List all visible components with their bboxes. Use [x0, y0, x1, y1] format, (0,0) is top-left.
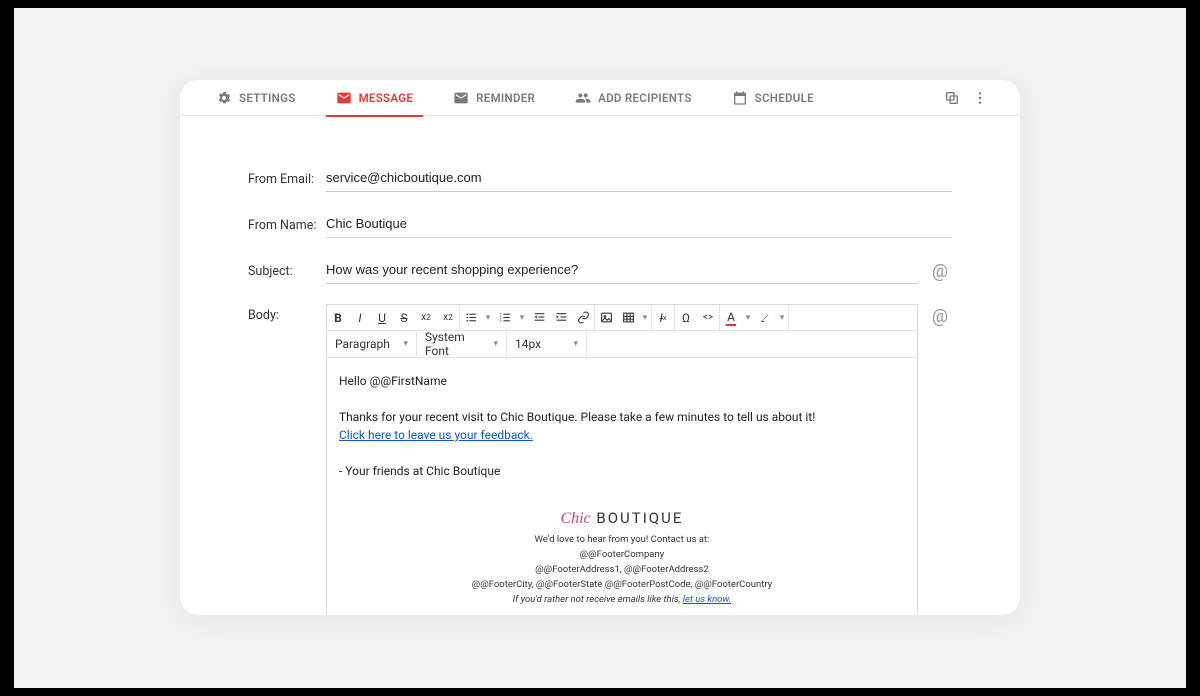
- mail-icon: [453, 90, 469, 106]
- code-button[interactable]: <>: [697, 305, 719, 331]
- outdent-button[interactable]: [528, 305, 550, 331]
- superscript-button[interactable]: x2: [415, 305, 437, 331]
- calendar-icon: [732, 90, 748, 106]
- insert-token-button[interactable]: @: [928, 261, 952, 282]
- image-button[interactable]: [595, 305, 617, 331]
- italic-button[interactable]: I: [349, 305, 371, 331]
- feedback-link[interactable]: Click here to leave us your feedback.: [339, 428, 533, 442]
- text-color-button[interactable]: A: [720, 305, 742, 331]
- footer-city: @@FooterCity, @@FooterState @@FooterPost…: [339, 577, 905, 592]
- bullet-list-menu[interactable]: ▾: [482, 305, 494, 331]
- footer-company: @@FooterCompany: [339, 547, 905, 562]
- font-select[interactable]: System Font▾: [417, 331, 507, 357]
- highlight-button[interactable]: [754, 305, 776, 331]
- tab-reminder[interactable]: REMINDER: [445, 80, 543, 116]
- special-char-button[interactable]: Ω: [675, 305, 697, 331]
- tab-schedule[interactable]: SCHEDULE: [724, 80, 822, 116]
- numbered-list-button[interactable]: 123: [494, 305, 516, 331]
- tab-label: SETTINGS: [239, 91, 296, 105]
- subject-label: Subject:: [248, 258, 326, 279]
- bullet-list-button[interactable]: [460, 305, 482, 331]
- app-window: SETTINGS MESSAGE REMINDER ADD RECIPIENTS…: [180, 80, 1020, 615]
- bold-button[interactable]: B: [327, 305, 349, 331]
- rich-text-editor: B I U S x2 x2 ▾ 123 ▾: [326, 304, 918, 615]
- svg-text:3: 3: [499, 318, 501, 323]
- tab-bar: SETTINGS MESSAGE REMINDER ADD RECIPIENTS…: [180, 80, 1020, 116]
- more-menu-button[interactable]: [968, 86, 992, 110]
- table-menu[interactable]: ▾: [639, 305, 651, 331]
- copy-button[interactable]: [940, 86, 964, 110]
- strikethrough-button[interactable]: S: [393, 305, 415, 331]
- editor-toolbar: B I U S x2 x2 ▾ 123 ▾: [327, 305, 917, 331]
- insert-body-token-button[interactable]: @: [928, 306, 952, 327]
- body-line: Thanks for your recent visit to Chic Bou…: [339, 408, 905, 426]
- from-name-input[interactable]: [326, 212, 952, 238]
- underline-button[interactable]: U: [371, 305, 393, 331]
- highlight-menu[interactable]: ▾: [776, 305, 788, 331]
- indent-button[interactable]: [550, 305, 572, 331]
- tab-message[interactable]: MESSAGE: [328, 80, 422, 116]
- tab-label: REMINDER: [476, 91, 535, 105]
- body-label: Body:: [248, 304, 326, 323]
- footer-unsub: If you'd rather not receive emails like …: [339, 592, 905, 607]
- text-color-menu[interactable]: ▾: [742, 305, 754, 331]
- editor-body[interactable]: Hello @@FirstName Thanks for your recent…: [327, 358, 917, 615]
- body-greeting: Hello @@FirstName: [339, 372, 905, 390]
- footer-contact: We'd love to hear from you! Contact us a…: [339, 532, 905, 547]
- tab-label: MESSAGE: [359, 91, 414, 105]
- body-signoff: - Your friends at Chic Boutique: [339, 462, 905, 480]
- numbered-list-menu[interactable]: ▾: [516, 305, 528, 331]
- email-footer: Chic BOUTIQUE We'd love to hear from you…: [339, 506, 905, 608]
- footer-brand: Chic BOUTIQUE: [339, 506, 905, 532]
- tab-add-recipients[interactable]: ADD RECIPIENTS: [567, 80, 699, 116]
- unsubscribe-link[interactable]: let us know.: [683, 594, 731, 605]
- font-size-select[interactable]: 14px▾: [507, 331, 587, 357]
- people-icon: [575, 90, 591, 106]
- tab-label: ADD RECIPIENTS: [598, 91, 691, 105]
- table-button[interactable]: [617, 305, 639, 331]
- subject-input[interactable]: [326, 258, 918, 284]
- from-email-input[interactable]: [326, 166, 952, 192]
- from-name-label: From Name:: [248, 212, 326, 233]
- paragraph-select[interactable]: Paragraph▾: [327, 331, 417, 357]
- tab-settings[interactable]: SETTINGS: [208, 80, 304, 116]
- form-panel: From Email: From Name: Subject: @ Body: …: [220, 146, 980, 615]
- tab-label: SCHEDULE: [755, 91, 814, 105]
- clear-formatting-button[interactable]: Ix: [652, 305, 674, 331]
- link-button[interactable]: [572, 305, 594, 331]
- subscript-button[interactable]: x2: [437, 305, 459, 331]
- footer-address: @@FooterAddress1, @@FooterAddress2: [339, 562, 905, 577]
- mail-icon: [336, 90, 352, 106]
- from-email-label: From Email:: [248, 166, 326, 187]
- gear-icon: [216, 90, 232, 106]
